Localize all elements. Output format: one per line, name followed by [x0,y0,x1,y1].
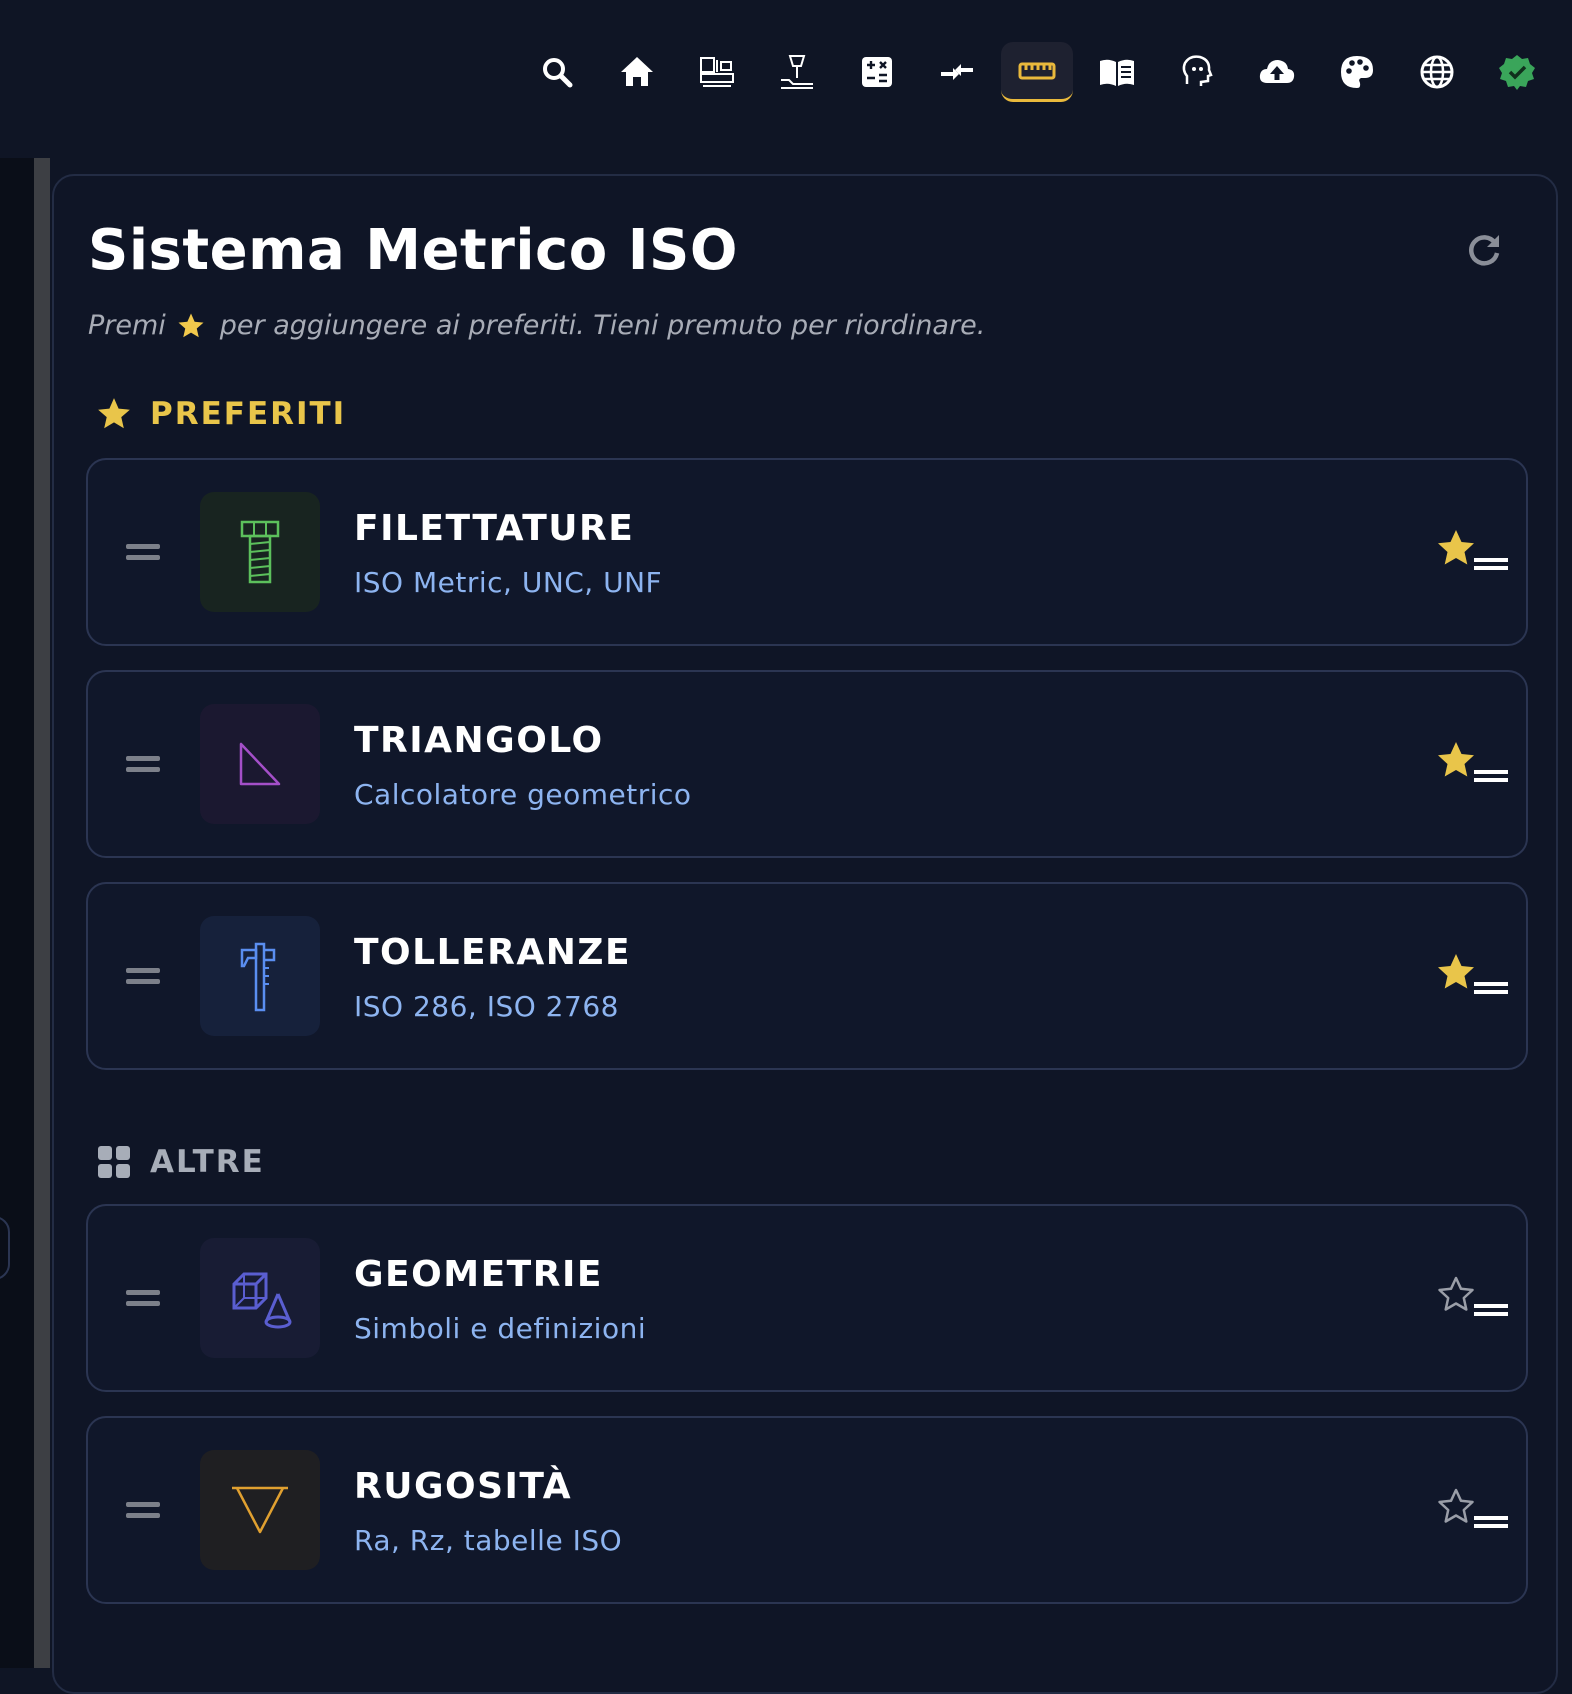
theme-button[interactable] [1321,42,1393,102]
hint-suffix: per aggiungere ai preferiti. Tieni premu… [219,310,986,341]
card-tolleranze[interactable]: TOLLERANZE ISO 286, ISO 2768 [86,882,1528,1070]
section-label: PREFERITI [150,396,347,432]
machine-panel-icon [700,57,734,87]
favorite-toggle[interactable] [1434,740,1510,792]
card-subtitle: Calcolatore geometrico [354,778,692,811]
card-title: FILETTATURE [354,508,635,549]
section-label: ALTRE [150,1144,265,1180]
assistant-button[interactable] [1161,42,1233,102]
section-others: ALTRE [94,1142,265,1182]
star-outline-icon [1438,1276,1508,1316]
drag-handle-icon[interactable] [126,544,160,560]
card-subtitle: ISO 286, ISO 2768 [354,990,619,1023]
head-profile-icon [1182,55,1213,86]
card-title: RUGOSITÀ [354,1466,573,1507]
drag-handle-icon[interactable] [126,1502,160,1518]
star-icon [176,311,206,341]
cloud-upload-icon [1259,60,1295,83]
sidebar-handle[interactable] [0,1216,10,1280]
favorite-toggle[interactable] [1434,1486,1510,1538]
palette-icon [1341,56,1373,88]
card-subtitle: ISO Metric, UNC, UNF [354,566,663,599]
verified-button[interactable] [1481,42,1553,102]
globe-icon [1420,55,1454,89]
card-icon-tile [200,492,320,612]
machine-button[interactable] [681,42,753,102]
star-outline-icon [1438,1488,1508,1528]
section-favorites: PREFERITI [94,394,346,434]
favorite-toggle[interactable] [1434,528,1510,580]
card-subtitle: Ra, Rz, tabelle ISO [354,1524,623,1557]
search-icon [543,58,573,88]
card-icon-tile [200,704,320,824]
grid-icon [94,1142,134,1182]
star-filled-icon [1438,954,1508,994]
drill-press-icon [781,55,813,89]
drag-handle-icon[interactable] [126,968,160,984]
top-toolbar [0,0,1572,140]
sidebar-scrollbar[interactable] [34,158,50,1668]
refresh-button[interactable] [1460,226,1508,274]
home-icon [621,57,653,86]
card-icon-tile [200,1450,320,1570]
toolbar-icons [521,42,1561,102]
card-icon-tile [200,916,320,1036]
open-book-icon [1100,59,1134,86]
card-icon-tile [200,1238,320,1358]
hint-prefix: Premi [88,310,166,341]
favorite-toggle[interactable] [1434,1274,1510,1326]
cube-cone-icon [232,1272,292,1329]
surface-triangle-icon [232,1486,288,1534]
card-title: TRIANGOLO [354,720,604,761]
drag-handle-icon[interactable] [126,1290,160,1306]
card-filettature[interactable]: FILETTATURE ISO Metric, UNC, UNF [86,458,1528,646]
search-button[interactable] [521,42,593,102]
home-button[interactable] [601,42,673,102]
language-button[interactable] [1401,42,1473,102]
star-icon [94,394,134,434]
drill-button[interactable] [761,42,833,102]
card-triangolo[interactable]: TRIANGOLO Calcolatore geometrico [86,670,1528,858]
right-triangle-icon [239,742,281,786]
compress-button[interactable] [921,42,993,102]
star-filled-icon [1438,742,1508,782]
calculator-button[interactable] [841,42,913,102]
left-sidebar-edge [0,158,50,1668]
verified-badge-icon [1499,55,1535,90]
bolt-icon [240,520,280,584]
drag-handle-icon[interactable] [126,756,160,772]
ruler-button[interactable] [1001,42,1073,102]
main-panel: Sistema Metrico ISO Premi per aggiungere… [52,174,1558,1694]
favorite-toggle[interactable] [1434,952,1510,1004]
compress-arrows-icon [941,64,973,80]
star-filled-icon [1438,530,1508,570]
upload-button[interactable] [1241,42,1313,102]
manual-button[interactable] [1081,42,1153,102]
refresh-icon [1469,235,1500,266]
card-title: TOLLERANZE [354,932,632,973]
calculator-icon [862,57,892,87]
card-rugosita[interactable]: RUGOSITÀ Ra, Rz, tabelle ISO [86,1416,1528,1604]
ruler-icon [1018,62,1056,79]
card-title: GEOMETRIE [354,1254,603,1295]
card-subtitle: Simboli e definizioni [354,1312,647,1345]
caliper-icon [240,942,276,1012]
card-geometrie[interactable]: GEOMETRIE Simboli e definizioni [86,1204,1528,1392]
hint-text: Premi per aggiungere ai preferiti. Tieni… [88,310,985,341]
page-title: Sistema Metrico ISO [88,218,738,283]
